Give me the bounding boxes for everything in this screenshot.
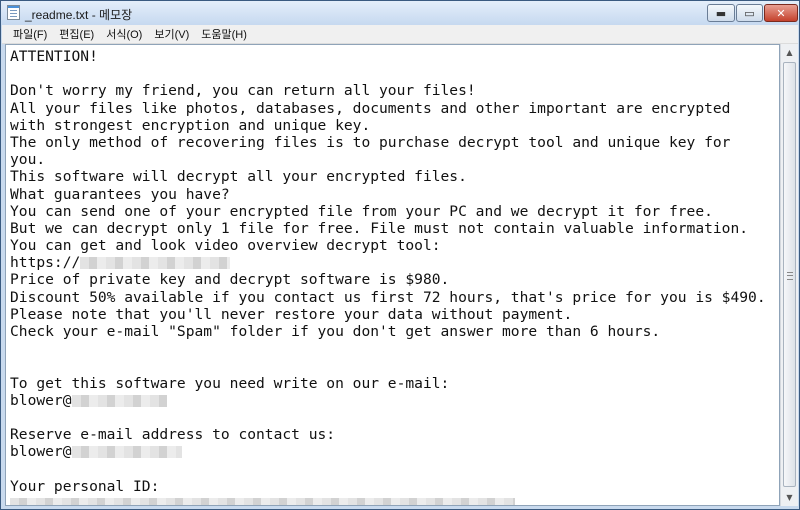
text-line (10, 495, 766, 505)
text-line: To get this software you need write on o… (10, 374, 450, 392)
text-line: This software will decrypt all your encr… (10, 168, 467, 186)
redacted-block (80, 257, 231, 270)
notepad-window: _readme.txt - 메모장 ▬ ▭ ✕ 파일(F) 편집(E) 서식(O… (0, 0, 800, 510)
scroll-thumb[interactable] (783, 62, 796, 487)
minimize-button[interactable]: ▬ (707, 4, 735, 22)
text-line (10, 340, 766, 357)
text-line: The only method of recovering files is t… (10, 133, 731, 151)
text-line: Your personal ID: (10, 477, 160, 495)
text-line: You can get and look video overview decr… (10, 237, 441, 255)
text-line (10, 357, 766, 374)
notepad-icon (7, 5, 20, 20)
menu-bar: 파일(F) 편집(E) 서식(O) 보기(V) 도움말(H) (2, 25, 798, 44)
text-line: Discount 50% available if you contact us… (10, 288, 766, 306)
text-line: Don't worry my friend, you can return al… (10, 82, 476, 100)
text-line: All your files like photos, databases, d… (10, 99, 731, 117)
text-line: https:// (10, 254, 766, 271)
text-line: blower@ (10, 443, 766, 460)
text-line (10, 461, 766, 478)
text-line: with strongest encryption and unique key… (10, 116, 371, 134)
text-line: blower@ (10, 392, 766, 409)
text-line: Please note that you'll never restore yo… (10, 305, 573, 323)
document-text[interactable]: ATTENTION! Don't worry my friend, you can… (10, 48, 766, 505)
menu-format[interactable]: 서식(O) (100, 26, 148, 42)
scroll-grip-icon (787, 272, 793, 280)
text-line: ATTENTION! (10, 48, 98, 65)
window-title: _readme.txt - 메모장 (25, 8, 133, 22)
text-line: Price of private key and decrypt softwar… (10, 271, 450, 289)
scroll-down-arrow-icon[interactable]: ▼ (781, 489, 798, 506)
text-line: Reserve e-mail address to contact us: (10, 426, 336, 444)
text-line: you. (10, 151, 46, 169)
menu-file[interactable]: 파일(F) (2, 26, 53, 42)
title-bar[interactable]: _readme.txt - 메모장 ▬ ▭ ✕ (1, 1, 799, 25)
menu-edit[interactable]: 편집(E) (53, 26, 100, 42)
close-button[interactable]: ✕ (764, 4, 798, 22)
text-line: You can send one of your encrypted file … (10, 202, 713, 220)
redacted-block (10, 497, 515, 505)
menu-view[interactable]: 보기(V) (148, 26, 195, 42)
redacted-block (71, 394, 167, 407)
text-line (10, 65, 766, 82)
maximize-button[interactable]: ▭ (736, 4, 763, 22)
text-line: What guarantees you have? (10, 185, 230, 203)
text-editor[interactable]: ATTENTION! Don't worry my friend, you can… (5, 44, 780, 506)
text-line (10, 409, 766, 426)
menu-help[interactable]: 도움말(H) (195, 26, 253, 42)
redacted-block (71, 446, 182, 459)
text-line: Check your e-mail "Spam" folder if you d… (10, 323, 661, 340)
vertical-scrollbar[interactable]: ▲ ▼ (780, 44, 798, 506)
text-line: But we can decrypt only 1 file for free.… (10, 219, 749, 237)
scroll-up-arrow-icon[interactable]: ▲ (781, 44, 798, 61)
